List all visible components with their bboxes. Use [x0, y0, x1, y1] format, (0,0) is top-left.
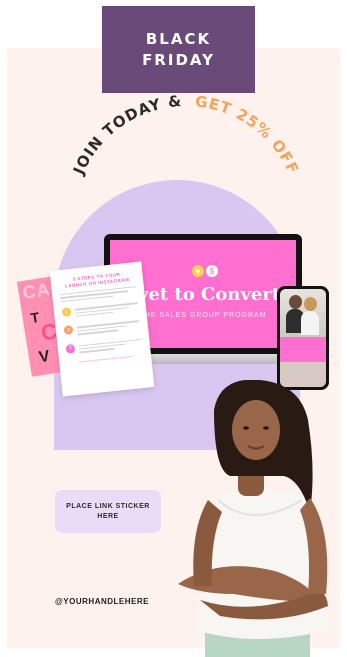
- svg-text:JOIN TODAY & GET 25% O: JOIN TODAY & GET 25% OFF: [69, 92, 302, 178]
- phone-mockup: [277, 286, 329, 390]
- phone-banner: [280, 337, 326, 362]
- phone-screen: [280, 289, 326, 387]
- woman-photo: [178, 380, 328, 657]
- phone-photo: [280, 289, 326, 337]
- story-graphic: BLACK FRIDAY JOIN TODAY & GET 25% OFF ♥ …: [0, 0, 347, 657]
- headline-part-1: JOIN TODAY &: [69, 92, 183, 178]
- social-handle: @YOURHANDLEHERE: [55, 597, 149, 606]
- link-sticker-placeholder[interactable]: PLACE LINK STICKER HERE: [55, 490, 161, 533]
- headline-part-2: GET 25% OFF: [194, 92, 302, 177]
